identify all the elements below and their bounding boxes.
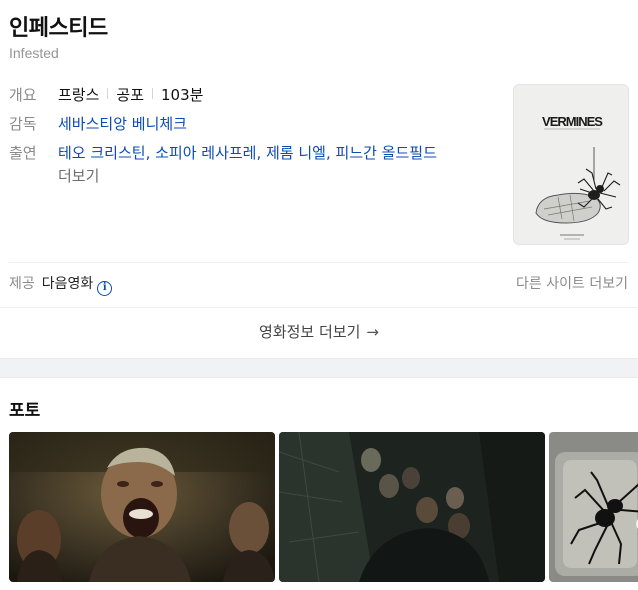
photo-screaming-man (9, 432, 275, 582)
separator (107, 88, 109, 99)
separator (152, 88, 154, 99)
more-movie-info-button[interactable]: 영화정보 더보기 → (0, 322, 638, 342)
divider (0, 307, 638, 308)
country: 프랑스 (58, 86, 100, 104)
overview-label: 개요 (9, 86, 37, 104)
cast-label: 출연 (9, 144, 37, 162)
other-sites-link[interactable]: 다른 사이트 더보기 (516, 275, 628, 293)
photo-thumbnail-3[interactable] (549, 432, 638, 582)
poster-title: VERMINES (542, 114, 603, 129)
movie-original-title: Infested (9, 45, 59, 61)
photo-section-title: 포토 (9, 401, 41, 421)
provider-info: 제공 다음영화 i (9, 275, 113, 296)
info-icon[interactable]: i (97, 281, 113, 296)
more-movie-info-label: 영화정보 더보기 (259, 323, 361, 341)
photo-thumbnail-1[interactable] (9, 432, 275, 582)
genre: 공포 (116, 86, 145, 104)
director-label: 감독 (9, 115, 37, 133)
photo-thumbnail-2[interactable] (279, 432, 545, 582)
movie-title: 인페스티드 (9, 16, 108, 41)
arrow-right-icon: → (366, 323, 379, 341)
photo-spider-jar (549, 432, 638, 582)
movie-poster[interactable]: VERMINES (513, 84, 629, 245)
director-link[interactable]: 세바스티앙 베니체크 (58, 114, 187, 134)
movie-info-card: 인페스티드 Infested 개요 프랑스 공포 103분 감독 세바스티앙 베니체… (0, 0, 638, 358)
cast-links[interactable]: 테오 크리스틴, 소피아 레사프레, 제롬 니엘, 피느간 올드필드 (58, 143, 437, 163)
overview-value: 프랑스 공포 103분 (58, 85, 203, 105)
poster-art: VERMINES (514, 85, 628, 244)
section-gap (0, 358, 638, 378)
photo-group-hallway (279, 432, 545, 582)
divider (9, 262, 629, 263)
cast-more-link[interactable]: 더보기 (58, 166, 99, 186)
runtime: 103분 (161, 86, 204, 104)
provider-label: 제공 (9, 276, 35, 292)
provider-name: 다음영화 (41, 276, 94, 292)
